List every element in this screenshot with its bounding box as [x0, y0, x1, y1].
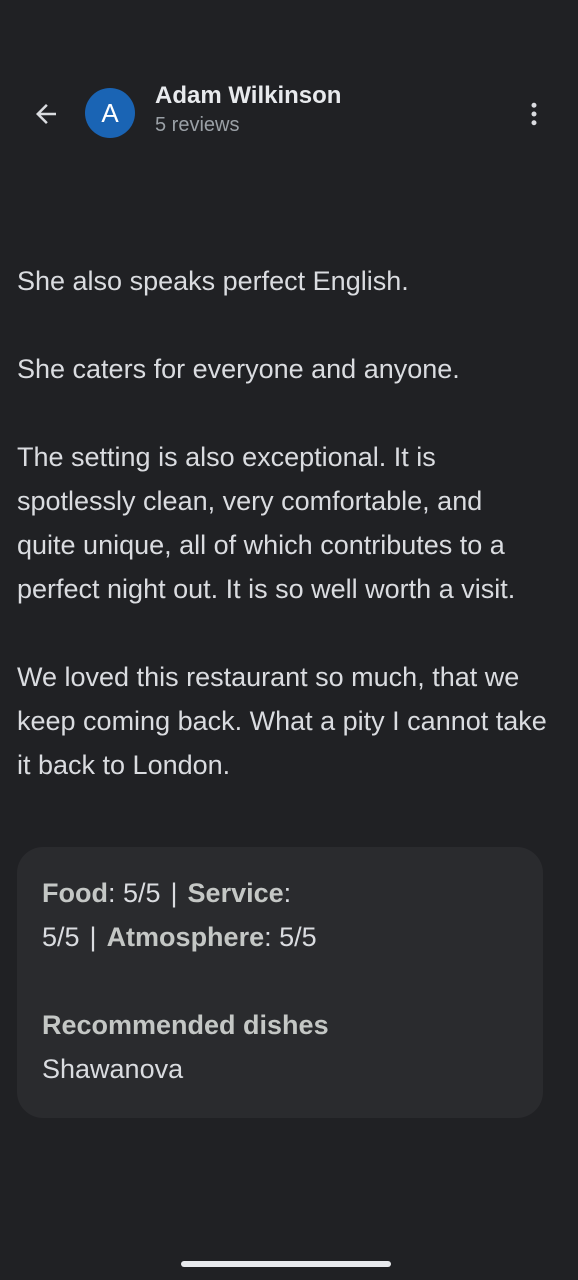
- back-button[interactable]: [26, 94, 66, 134]
- avatar-letter: A: [101, 97, 119, 128]
- service-label: Service: [187, 878, 284, 908]
- rating-separator: |: [170, 878, 178, 908]
- arrow-back-icon: [36, 104, 56, 124]
- review-paragraph: We loved this restaurant so much, that w…: [17, 662, 547, 780]
- recommended-dishes: Shawanova: [42, 1054, 184, 1084]
- review-paragraph: The setting is also exceptional. It is s…: [17, 442, 516, 604]
- rating-separator: |: [89, 922, 97, 952]
- atmosphere-label: Atmosphere: [106, 922, 265, 952]
- atmosphere-rating: : 5/5: [264, 922, 317, 952]
- review-text: She also speaks perfect English. She cat…: [17, 259, 547, 787]
- food-rating: : 5/5: [107, 878, 161, 908]
- ratings-summary: Food: 5/5 | Service: 5/5 | Atmosphere: 5/5: [42, 871, 342, 959]
- user-name[interactable]: Adam Wilkinson: [155, 82, 341, 110]
- review-paragraph: She caters for everyone and anyone.: [17, 354, 460, 384]
- review-header: A Adam Wilkinson 5 reviews: [0, 82, 578, 146]
- review-count: 5 reviews: [155, 114, 240, 136]
- review-paragraph: She also speaks perfect English.: [17, 266, 409, 296]
- food-label: Food: [42, 878, 108, 908]
- more-vert-icon: [531, 102, 537, 126]
- ratings-card: Food: 5/5 | Service: 5/5 | Atmosphere: 5/5 R…: [17, 847, 543, 1118]
- more-options-button[interactable]: [514, 94, 554, 134]
- avatar[interactable]: A: [85, 88, 135, 138]
- home-indicator[interactable]: [181, 1261, 391, 1267]
- recommended-dishes-title: Recommended dishes: [42, 1010, 329, 1040]
